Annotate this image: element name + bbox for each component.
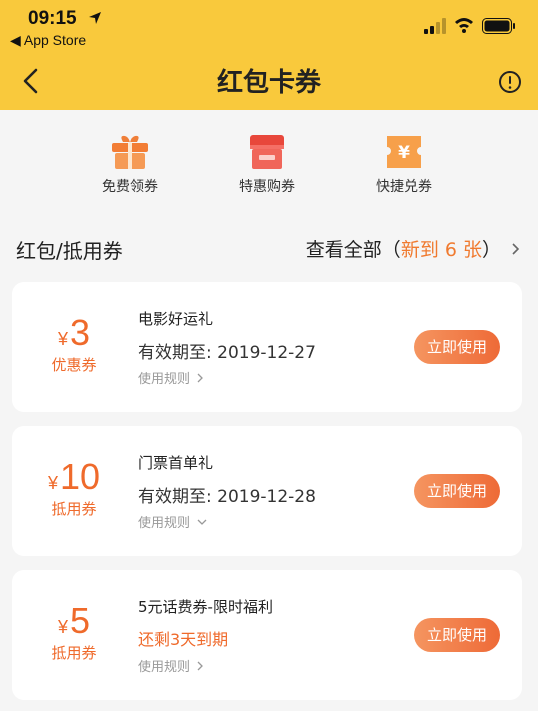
chevron-right-icon — [197, 373, 203, 382]
rules-link[interactable]: 使用规则 — [138, 512, 208, 531]
chevron-right-icon — [512, 242, 520, 255]
view-all-prefix: 查看全部（ — [305, 239, 401, 261]
quick-free-coupons[interactable]: 免费领券 — [70, 134, 190, 204]
use-now-button[interactable]: 立即使用 — [414, 474, 500, 508]
quick-label: 特惠购券 — [239, 179, 295, 195]
rules-label: 使用规则 — [138, 660, 191, 675]
quick-label: 快捷兑券 — [376, 179, 432, 195]
currency-symbol: ¥ — [57, 329, 68, 349]
coupon-card: ¥3 优惠券 电影好运礼 有效期至: 2019-12-27 使用规则 立即使用 — [12, 282, 522, 412]
back-to-app-store[interactable]: ◀ App Store — [10, 32, 86, 49]
section-title: 红包/抵用券 — [16, 239, 123, 263]
exclamation-circle-icon[interactable] — [498, 70, 522, 94]
currency-symbol: ¥ — [47, 473, 58, 493]
status-time: 09:15 — [28, 8, 77, 29]
coupon-expiry-warning: 还剩3天到期 — [138, 630, 229, 649]
svg-text:¥: ¥ — [398, 143, 410, 163]
rules-link[interactable]: 使用规则 — [138, 656, 204, 675]
header-bar: 09:15 ◀ App Store 红包卡券 — [0, 0, 538, 110]
view-all-suffix: ） — [481, 239, 501, 261]
rules-link[interactable]: 使用规则 — [138, 368, 204, 387]
coupon-card: ¥10 抵用券 门票首单礼 有效期至: 2019-12-28 使用规则 立即使用 — [12, 426, 522, 556]
currency-symbol: ¥ — [57, 617, 68, 637]
coupon-title: 电影好运礼 — [138, 310, 214, 328]
use-now-button[interactable]: 立即使用 — [414, 330, 500, 364]
coupon-amount: ¥10 抵用券 — [12, 456, 136, 519]
coupon-amount: ¥5 抵用券 — [12, 600, 136, 663]
battery-icon — [482, 18, 515, 34]
coupon-amount: ¥3 优惠券 — [12, 312, 136, 375]
view-all-link[interactable]: 查看全部（ 新到 6 张 ） — [306, 235, 520, 262]
gift-icon — [112, 135, 148, 169]
yuan-ticket-icon: ¥ — [387, 136, 421, 168]
page-title: 红包卡券 — [216, 68, 321, 98]
chevron-right-icon — [197, 661, 203, 670]
coupon-type: 抵用券 — [51, 500, 97, 518]
coupon-type: 优惠券 — [51, 356, 97, 374]
amount-value: 5 — [69, 600, 91, 641]
quick-label: 免费领券 — [102, 179, 158, 195]
coupon-title: 门票首单礼 — [138, 454, 214, 472]
coupon-type: 抵用券 — [51, 644, 97, 662]
coupon-card: ¥5 抵用券 5元话费券-限时福利 还剩3天到期 使用规则 立即使用 — [12, 570, 522, 700]
wifi-icon — [455, 18, 473, 33]
quick-redeem-coupons[interactable]: ¥ 快捷兑券 — [344, 134, 464, 204]
use-now-button[interactable]: 立即使用 — [414, 618, 500, 652]
coupon-validity: 有效期至: 2019-12-27 — [138, 343, 316, 363]
coupon-title: 5元话费券-限时福利 — [138, 598, 273, 616]
coupon-validity: 有效期至: 2019-12-28 — [138, 487, 316, 507]
rules-label: 使用规则 — [138, 372, 191, 387]
rules-label: 使用规则 — [138, 516, 191, 531]
amount-value: 3 — [69, 312, 91, 353]
chevron-down-icon — [197, 519, 207, 525]
new-count: 新到 6 张 — [400, 239, 482, 261]
quick-discount-coupons[interactable]: 特惠购券 — [207, 134, 327, 204]
amount-value: 10 — [59, 456, 101, 497]
signal-icon — [424, 18, 446, 34]
location-arrow-icon — [89, 12, 101, 24]
store-icon — [250, 135, 284, 169]
